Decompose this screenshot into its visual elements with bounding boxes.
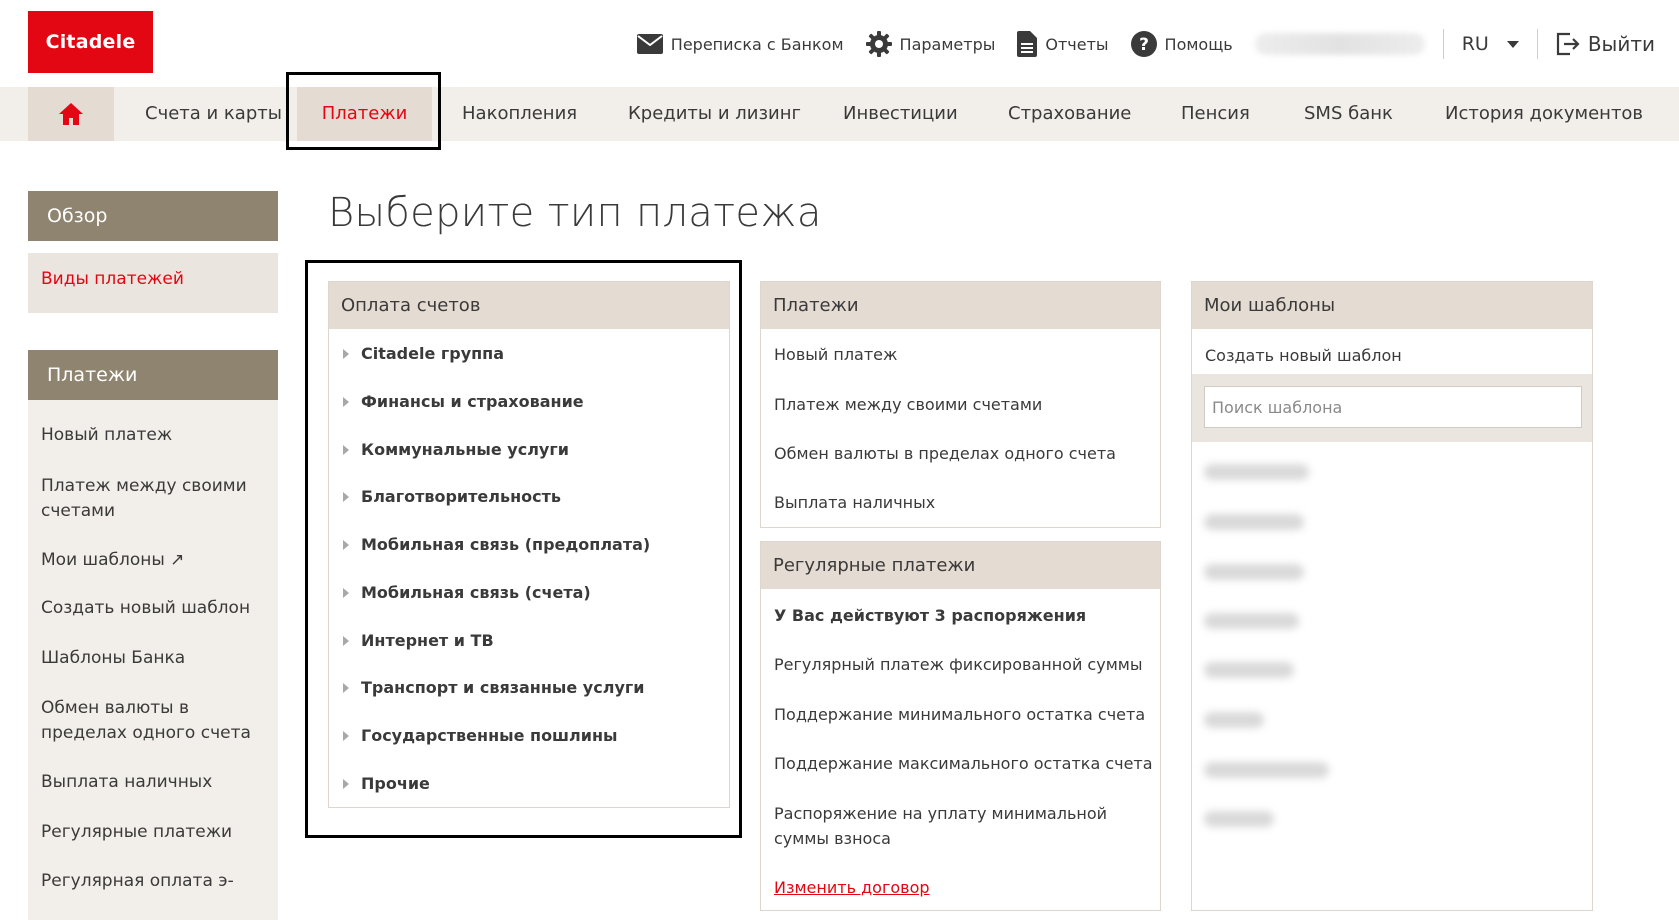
payments-panel-title: Платежи bbox=[761, 282, 1160, 329]
page-title: Выберите тип платежа bbox=[328, 190, 822, 236]
payments-own-accounts-link[interactable]: Платеж между своими счетами bbox=[774, 392, 1154, 417]
sidebar-item-new-payment[interactable]: Новый платеж bbox=[41, 423, 266, 448]
payments-panel: Платежи Новый платеж Платеж между своими… bbox=[760, 281, 1161, 528]
template-item-blurred[interactable] bbox=[1204, 712, 1264, 728]
templates-panel: Мои шаблоны Создать новый шаблон bbox=[1191, 281, 1593, 911]
payments-currency-exchange-link[interactable]: Обмен валюты в пределах одного счета bbox=[774, 441, 1154, 466]
nav-pension[interactable]: Пенсия bbox=[1181, 87, 1250, 141]
nav-accounts-cards[interactable]: Счета и карты bbox=[145, 87, 282, 141]
logout-button[interactable]: Выйти bbox=[1556, 32, 1655, 56]
reports-label: Отчеты bbox=[1045, 34, 1109, 54]
nav-sms-bank[interactable]: SMS банк bbox=[1304, 87, 1393, 141]
messages-label: Переписка с Банком bbox=[670, 34, 844, 54]
regular-payments-panel-title: Регулярные платежи bbox=[761, 542, 1160, 589]
sidebar-item-own-accounts[interactable]: Платеж между своими счетами bbox=[41, 474, 266, 524]
gear-icon bbox=[865, 31, 892, 57]
language-select[interactable]: RU bbox=[1462, 33, 1519, 55]
regular-orders-status: У Вас действуют 3 распоряжения bbox=[774, 606, 1087, 625]
sidebar-item-cash-withdrawal[interactable]: Выплата наличных bbox=[41, 770, 266, 795]
templates-panel-title: Мои шаблоны bbox=[1192, 282, 1592, 329]
settings-link[interactable]: Параметры bbox=[865, 31, 996, 57]
regular-min-installment-link[interactable]: Распоряжение на уплату минимальной суммы… bbox=[774, 801, 1149, 851]
template-item-blurred[interactable] bbox=[1204, 662, 1294, 678]
svg-text:?: ? bbox=[1139, 35, 1149, 55]
sidebar-item-regular-e-invoice[interactable]: Регулярная оплата э- bbox=[41, 869, 266, 894]
sidebar-overview-title[interactable]: Обзор bbox=[28, 191, 278, 241]
sidebar-item-create-template[interactable]: Создать новый шаблон bbox=[41, 596, 266, 621]
divider bbox=[1442, 29, 1444, 59]
sidebar-payments-title[interactable]: Платежи bbox=[28, 350, 278, 400]
nav-document-history[interactable]: История документов bbox=[1445, 87, 1643, 141]
sidebar-item-regular-payments[interactable]: Регулярные платежи bbox=[41, 820, 266, 845]
regular-fixed-amount-link[interactable]: Регулярный платеж фиксированной суммы bbox=[774, 652, 1154, 677]
messages-link[interactable]: Переписка с Банком bbox=[636, 34, 844, 54]
reports-link[interactable]: Отчеты bbox=[1017, 31, 1109, 57]
payments-new-payment-link[interactable]: Новый платеж bbox=[774, 342, 1154, 367]
language-value: RU bbox=[1461, 33, 1489, 55]
envelope-icon bbox=[636, 34, 663, 54]
logout-label: Выйти bbox=[1587, 32, 1655, 56]
sidebar-sub-bottom bbox=[28, 305, 278, 313]
change-contract-link[interactable]: Изменить договор bbox=[774, 875, 1154, 900]
help-icon: ? bbox=[1130, 31, 1157, 57]
help-label: Помощь bbox=[1164, 34, 1233, 54]
template-item-blurred[interactable] bbox=[1204, 762, 1329, 778]
help-link[interactable]: ? Помощь bbox=[1130, 31, 1233, 57]
template-search-area bbox=[1192, 374, 1592, 442]
nav-investments[interactable]: Инвестиции bbox=[843, 87, 958, 141]
sidebar-item-currency-exchange[interactable]: Обмен валюты в пределах одного счета bbox=[41, 696, 266, 746]
template-item-blurred[interactable] bbox=[1204, 811, 1274, 827]
template-item-blurred[interactable] bbox=[1204, 514, 1304, 530]
template-item-blurred[interactable] bbox=[1204, 613, 1299, 629]
regular-min-balance-link[interactable]: Поддержание минимального остатка счета bbox=[774, 702, 1154, 727]
nav-loans-leasing[interactable]: Кредиты и лизинг bbox=[628, 87, 801, 141]
template-item-blurred[interactable] bbox=[1204, 464, 1309, 480]
logout-icon bbox=[1556, 32, 1580, 56]
template-item-blurred[interactable] bbox=[1204, 564, 1304, 580]
chevron-down-icon bbox=[1506, 40, 1519, 48]
nav-insurance[interactable]: Страхование bbox=[1008, 87, 1131, 141]
home-icon bbox=[59, 103, 83, 125]
template-search-input[interactable] bbox=[1204, 386, 1582, 428]
nav-savings[interactable]: Накопления bbox=[462, 87, 577, 141]
highlight-frame-nav bbox=[286, 72, 441, 150]
sidebar-item-bank-templates[interactable]: Шаблоны Банка bbox=[41, 646, 266, 671]
settings-label: Параметры bbox=[899, 34, 996, 54]
regular-max-balance-link[interactable]: Поддержание максимального остатка счета bbox=[774, 751, 1154, 776]
document-icon bbox=[1017, 31, 1038, 57]
templates-create-link[interactable]: Создать новый шаблон bbox=[1205, 343, 1585, 368]
regular-payments-panel: Регулярные платежи У Вас действуют 3 рас… bbox=[760, 541, 1161, 911]
sidebar-item-payment-types[interactable]: Виды платежей bbox=[28, 253, 278, 305]
citadele-logo[interactable]: Citadele bbox=[28, 11, 153, 73]
divider bbox=[1536, 29, 1538, 59]
sidebar-item-my-templates[interactable]: Мои шаблоны ↗ bbox=[41, 548, 266, 573]
main-navigation: Счета и карты Платежи Накопления Кредиты… bbox=[0, 87, 1679, 141]
nav-home[interactable] bbox=[28, 87, 114, 141]
payments-cash-withdrawal-link[interactable]: Выплата наличных bbox=[774, 490, 1154, 515]
highlight-frame-bills bbox=[305, 260, 742, 838]
user-name-blurred bbox=[1254, 33, 1425, 55]
top-utility-bar: Переписка с Банком Параметры Отчеты ? По… bbox=[615, 27, 1655, 61]
